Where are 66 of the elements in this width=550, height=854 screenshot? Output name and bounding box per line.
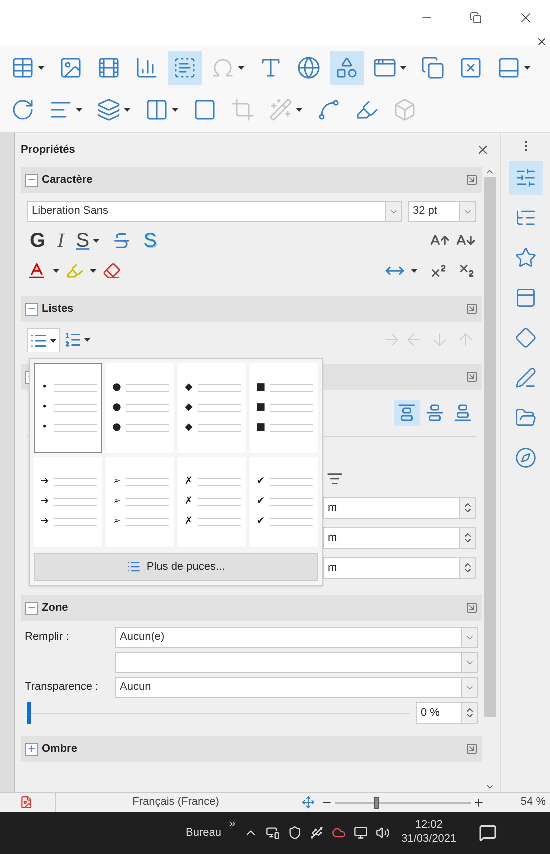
bullet-glyph: ● xyxy=(112,403,122,413)
transparency-label: Transparence : xyxy=(25,680,100,696)
bullet-glyph: • xyxy=(41,383,49,393)
bullet-glyph: ● xyxy=(112,423,122,433)
bullet-glyph: ✗ xyxy=(184,517,194,527)
dropdown-field[interactable]: Aucun xyxy=(115,677,478,698)
spin-field[interactable]: 0 % xyxy=(416,702,478,724)
dropdown-field[interactable]: Liberation Sans xyxy=(27,201,402,222)
bullet-glyph: ➢ xyxy=(112,497,122,507)
bullet-style-option[interactable]: ◆ ◆ ◆ xyxy=(178,363,246,453)
section-title: Listes xyxy=(42,302,74,317)
fill-label: Remplir : xyxy=(25,630,70,646)
bullet-glyph: ■ xyxy=(255,403,267,413)
bullet-style-option[interactable]: ✗ ✗ ✗ xyxy=(178,457,246,547)
field-value: 0 % xyxy=(420,706,441,721)
field-value: 32 pt xyxy=(412,204,438,220)
section-title: Zone xyxy=(42,600,68,616)
bullet-glyph: ✔ xyxy=(256,497,266,507)
bullet-glyph: ■ xyxy=(255,383,267,393)
bullet-glyph: ➔ xyxy=(40,477,50,487)
spin-field[interactable]: m xyxy=(323,497,476,519)
bullet-glyph: ➢ xyxy=(112,477,122,487)
section-title: Caractère xyxy=(42,172,93,188)
bullet-glyph: ✔ xyxy=(256,477,266,487)
bullet-glyph: ✗ xyxy=(184,477,194,487)
bullet-glyph: ■ xyxy=(255,423,267,433)
field-value: Aucun(e) xyxy=(119,630,166,646)
bullet-glyph: • xyxy=(41,403,49,413)
bullet-glyph: ● xyxy=(112,383,122,393)
format-button[interactable]: G xyxy=(27,231,49,251)
bullet-glyph: • xyxy=(41,423,49,433)
bullet-glyph: ➔ xyxy=(40,497,50,507)
format-button[interactable]: S xyxy=(73,231,103,251)
field-value: Liberation Sans xyxy=(31,204,110,220)
bullet-glyph: ✔ xyxy=(256,517,266,527)
field-value: Aucun xyxy=(119,680,152,696)
spin-field[interactable]: m xyxy=(323,527,476,549)
clock-date[interactable]: 31/03/2021 xyxy=(402,833,457,847)
bullet-glyph: ➢ xyxy=(112,517,122,527)
bullet-style-option[interactable]: ✔ ✔ ✔ xyxy=(250,457,318,547)
field-value: m xyxy=(327,530,338,546)
bullet-style-option[interactable]: ● ● ● xyxy=(106,363,174,453)
dropdown-field[interactable]: 32 pt xyxy=(408,201,476,222)
bullet-glyph: ◆ xyxy=(184,383,194,393)
clock-time[interactable]: 12:02 xyxy=(415,819,443,833)
format-button[interactable]: I xyxy=(54,231,68,251)
panel-title: Propriétés xyxy=(21,142,76,158)
more-bullets-button[interactable]: Plus de puces... xyxy=(34,553,318,581)
section-title: Ombre xyxy=(42,742,78,757)
format-button[interactable]: S xyxy=(140,231,160,251)
bullet-style-option[interactable]: ■ ■ ■ xyxy=(250,363,318,453)
chevron-label[interactable]: » xyxy=(229,816,236,832)
bullet-glyph: ◆ xyxy=(184,423,194,433)
bullet-glyph: ✗ xyxy=(184,497,194,507)
bullet-glyph: ➔ xyxy=(40,517,50,527)
spin-field[interactable]: m xyxy=(323,557,476,579)
zoom-percent[interactable]: 54 % xyxy=(485,794,550,811)
language-label[interactable]: Français (France) xyxy=(56,794,296,811)
field-value: m xyxy=(327,500,338,516)
field-value: m xyxy=(327,560,338,576)
toolbar-label[interactable]: Bureau xyxy=(186,824,222,842)
bullet-glyph: ◆ xyxy=(184,403,194,413)
bullet-style-option[interactable]: ➢ ➢ ➢ xyxy=(106,457,174,547)
bullet-style-option[interactable]: • • • xyxy=(34,363,102,453)
bullet-style-option[interactable]: ➔ ➔ ➔ xyxy=(34,457,102,547)
dropdown-field[interactable]: Aucun(e) xyxy=(115,627,478,648)
